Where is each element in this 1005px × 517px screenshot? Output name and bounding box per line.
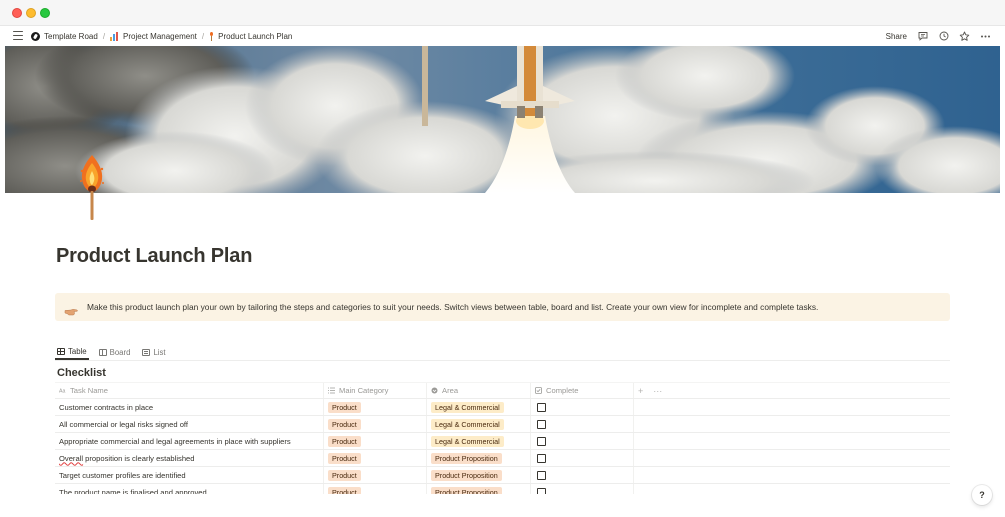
complete-checkbox[interactable] xyxy=(537,453,546,463)
page-icon-match[interactable] xyxy=(72,153,112,221)
category-tag[interactable]: Product xyxy=(328,435,361,447)
category-tag[interactable]: Product xyxy=(328,452,361,464)
area-tag[interactable]: Legal & Commercial xyxy=(431,418,504,430)
table-header: Aa Task Name Main Category Area Complete… xyxy=(55,382,950,399)
table-row[interactable]: Target customer profiles are identified … xyxy=(55,467,950,484)
task-name[interactable]: Target customer profiles are identified xyxy=(59,471,186,480)
column-label: Complete xyxy=(546,386,579,395)
callout-block[interactable]: Make this product launch plan your own b… xyxy=(55,293,950,321)
complete-checkbox[interactable] xyxy=(537,419,546,429)
help-button[interactable]: ? xyxy=(972,485,992,505)
empty-cell xyxy=(633,450,950,466)
list-view-icon xyxy=(142,348,151,356)
table-row[interactable]: Overall proposition is clearly establish… xyxy=(55,450,950,467)
star-icon[interactable] xyxy=(959,31,970,42)
column-header-complete[interactable]: Complete xyxy=(530,383,633,398)
text-property-icon: Aa xyxy=(59,387,66,394)
column-header-task-name[interactable]: Aa Task Name xyxy=(55,383,323,398)
breadcrumb: Template Road / Project Management / Pro… xyxy=(31,28,292,44)
category-tag[interactable]: Product xyxy=(328,469,361,481)
column-label: Area xyxy=(442,386,459,395)
breadcrumb-label: Template Road xyxy=(44,31,98,41)
empty-cell xyxy=(633,416,950,432)
tabs-divider xyxy=(55,360,950,361)
tab-label: Table xyxy=(68,346,87,356)
svg-text:Aa: Aa xyxy=(59,389,66,394)
more-icon[interactable] xyxy=(980,31,991,42)
table-header-actions: + ··· xyxy=(633,383,950,398)
top-actions: Share xyxy=(886,29,991,43)
breadcrumb-separator: / xyxy=(201,31,205,41)
breadcrumb-label: Project Management xyxy=(123,31,197,41)
cover-image[interactable] xyxy=(5,46,1000,193)
table-row[interactable]: All commercial or legal risks signed off… xyxy=(55,416,950,433)
board-view-icon xyxy=(98,348,107,356)
pointing-hand-icon xyxy=(64,303,78,315)
empty-cell xyxy=(633,467,950,483)
column-header-main-category[interactable]: Main Category xyxy=(323,383,426,398)
breadcrumb-separator: / xyxy=(102,31,106,41)
breadcrumb-label: Product Launch Plan xyxy=(218,31,293,41)
table-row[interactable]: Appropriate commercial and legal agreeme… xyxy=(55,433,950,450)
history-clock-icon[interactable] xyxy=(938,31,949,42)
top-bar: Template Road / Project Management / Pro… xyxy=(0,26,1005,46)
complete-checkbox[interactable] xyxy=(537,470,546,480)
select-property-icon xyxy=(431,387,438,394)
breadcrumb-product-launch-plan[interactable]: Product Launch Plan xyxy=(209,31,293,41)
sidebar-menu-icon[interactable] xyxy=(13,31,23,40)
column-header-area[interactable]: Area xyxy=(426,383,530,398)
task-name[interactable]: Overall proposition is clearly establish… xyxy=(59,454,195,463)
area-tag[interactable]: Legal & Commercial xyxy=(431,435,504,447)
tab-board[interactable]: Board xyxy=(97,344,133,360)
column-label: Main Category xyxy=(339,386,389,395)
add-column-button[interactable]: + xyxy=(638,386,643,396)
database-title[interactable]: Checklist xyxy=(57,367,106,379)
window-titlebar xyxy=(0,0,1005,26)
category-tag[interactable]: Product xyxy=(328,401,361,413)
area-tag[interactable]: Legal & Commercial xyxy=(431,401,504,413)
match-icon xyxy=(209,31,214,41)
window-minimize-button[interactable] xyxy=(26,8,36,18)
area-tag[interactable]: Product Proposition xyxy=(431,452,502,464)
checklist-table: Aa Task Name Main Category Area Complete… xyxy=(55,382,950,501)
more-columns-button[interactable]: ··· xyxy=(653,386,662,396)
template-road-logo-icon xyxy=(31,31,40,41)
share-button[interactable]: Share xyxy=(886,32,907,41)
tab-table[interactable]: Table xyxy=(55,344,89,360)
task-name[interactable]: Appropriate commercial and legal agreeme… xyxy=(59,437,291,446)
callout-text: Make this product launch plan your own b… xyxy=(87,302,819,312)
table-row[interactable]: Customer contracts in place Product Lega… xyxy=(55,399,950,416)
task-name[interactable]: Customer contracts in place xyxy=(59,403,153,412)
empty-cell xyxy=(633,399,950,415)
bar-chart-icon xyxy=(110,31,119,41)
category-tag[interactable]: Product xyxy=(328,418,361,430)
table-view-icon xyxy=(57,347,65,355)
task-name[interactable]: All commercial or legal risks signed off xyxy=(59,420,188,429)
window-zoom-button[interactable] xyxy=(40,8,50,18)
window-close-button[interactable] xyxy=(12,8,22,18)
complete-checkbox[interactable] xyxy=(537,436,546,446)
checkbox-property-icon xyxy=(535,387,542,394)
viewport-bottom xyxy=(0,494,1005,517)
tab-label: List xyxy=(153,347,166,357)
tab-label: Board xyxy=(109,347,131,357)
breadcrumb-template-road[interactable]: Template Road xyxy=(31,31,98,41)
spellcheck-word: Overall xyxy=(59,453,84,463)
complete-checkbox[interactable] xyxy=(537,402,546,412)
database-view-tabs: Table Board List xyxy=(55,344,168,360)
column-label: Task Name xyxy=(70,386,108,395)
empty-cell xyxy=(633,433,950,449)
page-title[interactable]: Product Launch Plan xyxy=(56,245,252,268)
tab-list[interactable]: List xyxy=(140,344,167,360)
breadcrumb-project-management[interactable]: Project Management xyxy=(110,31,197,41)
multi-select-icon xyxy=(328,387,335,394)
area-tag[interactable]: Product Proposition xyxy=(431,469,502,481)
comment-icon[interactable] xyxy=(917,31,928,42)
